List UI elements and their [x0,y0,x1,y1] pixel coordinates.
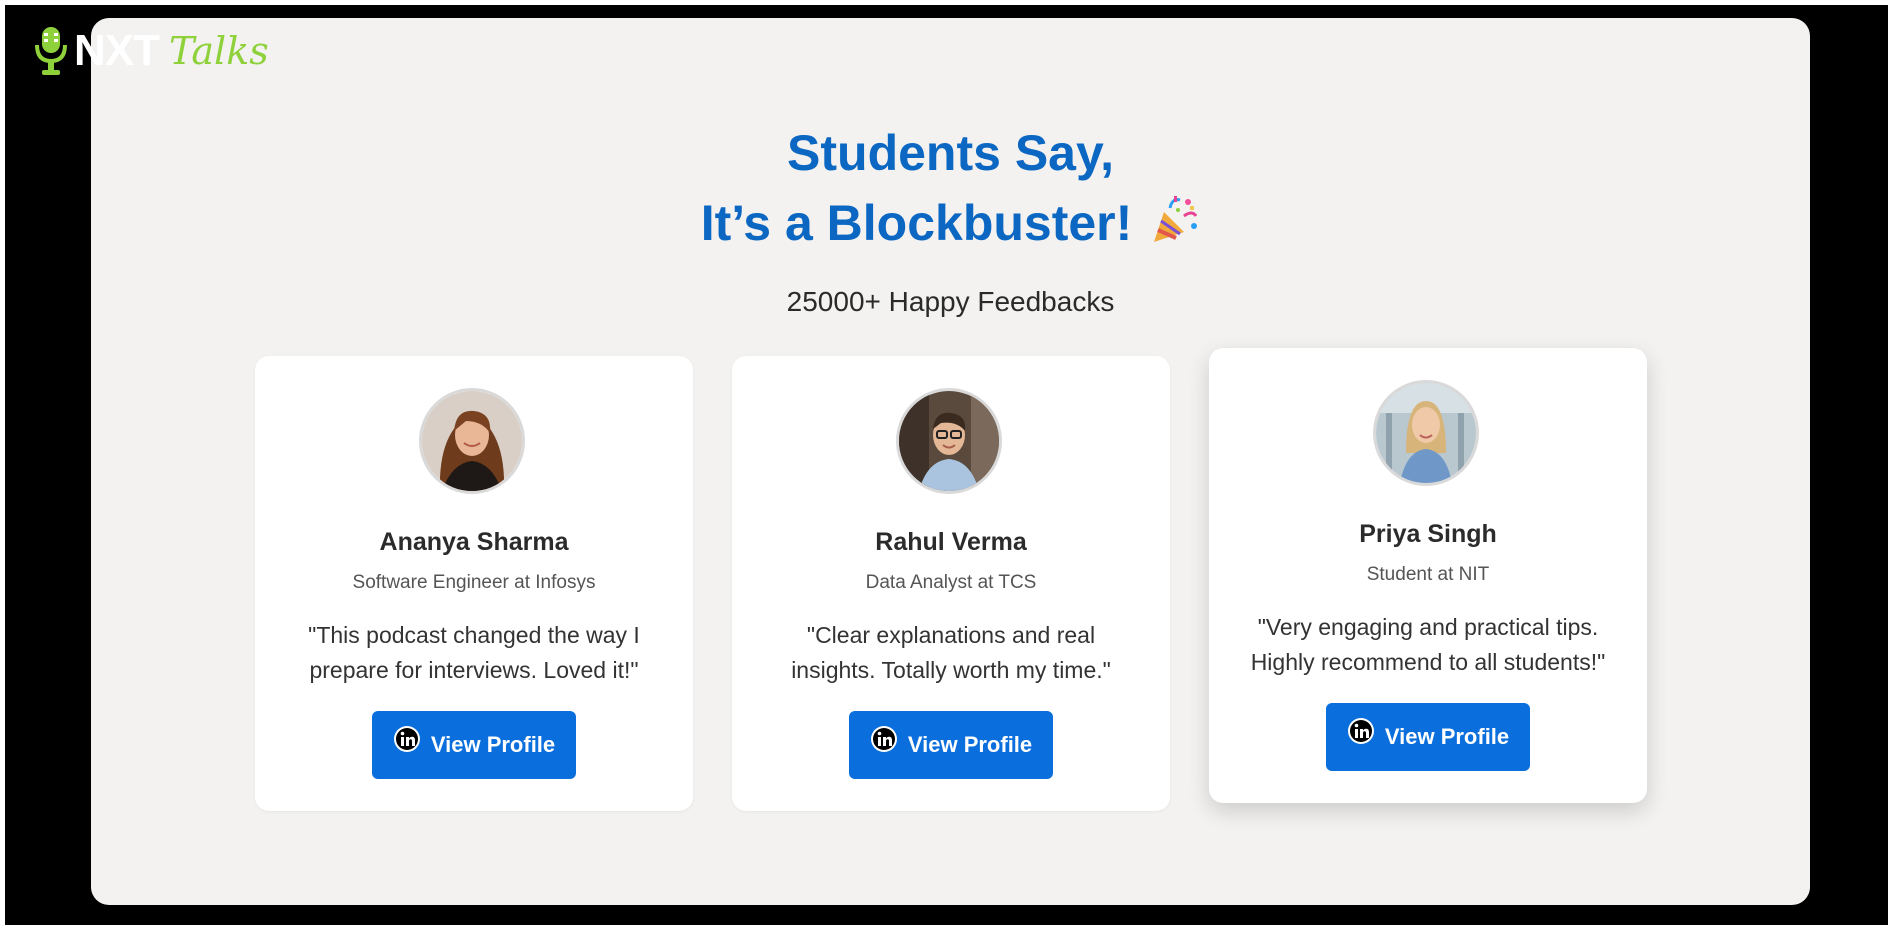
avatar-photo [422,391,522,491]
testimonial-name: Ananya Sharma [379,528,569,556]
avatar-photo [1376,383,1476,483]
testimonial-card: Rahul Verma Data Analyst at TCS "Clear e… [732,356,1170,811]
view-profile-button[interactable]: View Profile [1326,703,1530,771]
heading-line-2-wrapper: It’s a Blockbuster! [91,188,1810,258]
view-profile-button[interactable]: View Profile [372,711,576,779]
testimonial-role: Software Engineer at Infosys [352,572,596,593]
linkedin-icon [1347,718,1374,744]
logo-mark-text: NXT [74,26,160,75]
testimonial-quote: "This podcast changed the way I prepare … [308,622,640,683]
linkedin-icon [870,726,897,752]
testimonial-quote: "Very engaging and practical tips. Highl… [1250,614,1606,675]
testimonial-name: Priya Singh [1359,520,1497,548]
testimonial-role: Student at NIT [1366,564,1490,585]
avatar [419,388,525,494]
section-heading: Students Say, It’s a Blockbuster! [91,118,1810,258]
view-profile-button[interactable]: View Profile [849,711,1053,779]
view-profile-label: View Profile [1384,724,1510,749]
testimonial-card: Priya Singh Student at NIT "Very engagin… [1209,348,1647,803]
avatar [1373,380,1479,486]
brand-logo[interactable]: NXT Talks [34,24,269,78]
view-profile-label: View Profile [430,732,556,757]
heading-line-1: Students Say, [787,125,1114,181]
microphone-icon [35,27,67,75]
testimonial-card: Ananya Sharma Software Engineer at Infos… [255,356,693,811]
heading-line-2: It’s a Blockbuster! [700,195,1133,251]
avatar [896,388,1002,494]
avatar-photo [899,391,999,491]
testimonial-quote: "Clear explanations and real insights. T… [791,622,1111,683]
logo-script-text: Talks [169,29,269,73]
view-profile-label: View Profile [907,732,1033,757]
feedback-count: 25000+ Happy Feedbacks [786,286,1115,317]
testimonial-role: Data Analyst at TCS [865,572,1037,593]
party-popper-icon [1154,196,1198,242]
testimonials-section: Students Say, It’s a Blockbuster! 25000+… [91,18,1810,905]
testimonial-name: Rahul Verma [875,528,1027,556]
linkedin-icon [393,726,420,752]
